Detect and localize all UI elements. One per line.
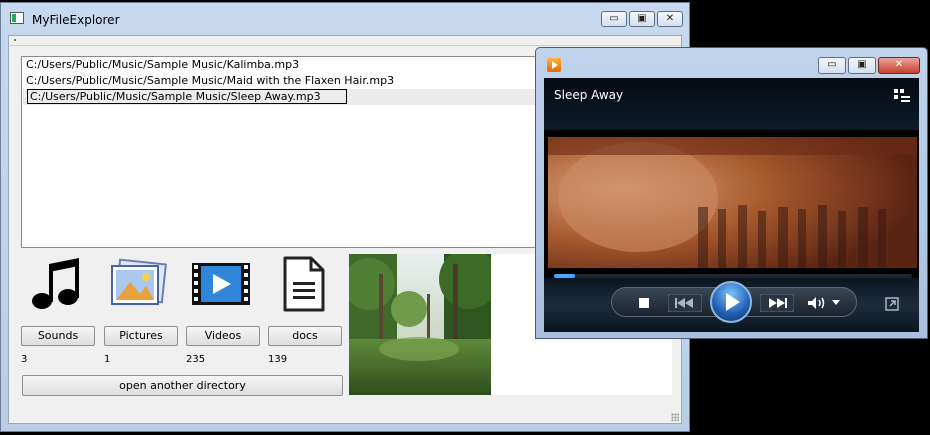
sounds-button[interactable]: Sounds <box>21 326 95 346</box>
volume-icon[interactable] <box>807 296 827 310</box>
maximize-icon: ▣ <box>637 13 647 24</box>
close-button[interactable]: ✕ <box>657 11 683 27</box>
resize-grip[interactable] <box>671 413 679 421</box>
previous-icon[interactable] <box>668 294 702 312</box>
now-playing-header: Sleep Away <box>544 78 919 130</box>
close-icon: ✕ <box>894 59 904 70</box>
app-window-icon <box>10 12 24 24</box>
media-player-titlebar[interactable]: ▭ ▣ ✕ <box>536 48 927 78</box>
minimize-icon: ▭ <box>609 13 619 24</box>
pictures-button[interactable]: Pictures <box>104 326 178 346</box>
maximize-button[interactable]: ▣ <box>629 11 655 27</box>
document-icon <box>265 252 341 316</box>
minimize-icon: ▭ <box>827 59 837 70</box>
fullscreen-icon[interactable] <box>885 297 899 311</box>
videos-button[interactable]: Videos <box>186 326 260 346</box>
forest-thumbnail <box>343 249 499 395</box>
play-button[interactable] <box>710 281 752 323</box>
play-icon <box>726 293 740 311</box>
sounds-count: 3 <box>21 354 28 365</box>
now-playing-title: Sleep Away <box>554 88 624 102</box>
open-directory-button[interactable]: open another directory <box>22 375 343 396</box>
video-visualization <box>548 137 917 268</box>
explorer-titlebar[interactable]: MyFileExplorer ▭ ▣ ✕ <box>1 3 689 35</box>
menu-strip[interactable] <box>9 36 681 46</box>
pictures-count: 1 <box>104 354 111 365</box>
stop-icon[interactable] <box>638 297 650 309</box>
window-title: MyFileExplorer <box>32 13 120 27</box>
mp-maximize-button[interactable]: ▣ <box>848 57 876 74</box>
list-item-label: C:/Users/Public/Music/Sample Music/Sleep… <box>27 89 347 104</box>
playback-controls <box>544 278 919 332</box>
music-note-icon <box>17 252 93 316</box>
videos-count: 235 <box>186 354 206 365</box>
mp-minimize-button[interactable]: ▭ <box>818 57 846 74</box>
minimize-button[interactable]: ▭ <box>601 11 627 27</box>
close-icon: ✕ <box>665 13 675 24</box>
media-player-app-icon <box>547 58 561 72</box>
media-player-body: Sleep Away <box>544 78 919 332</box>
pictures-icon <box>100 252 176 316</box>
volume-dropdown-icon[interactable] <box>832 300 840 306</box>
switch-to-library-icon[interactable] <box>893 88 911 104</box>
docs-button[interactable]: docs <box>268 326 342 346</box>
next-icon[interactable] <box>760 294 794 312</box>
mp-close-button[interactable]: ✕ <box>878 57 920 74</box>
videos-icon <box>183 252 259 316</box>
docs-count: 139 <box>268 354 288 365</box>
maximize-icon: ▣ <box>857 59 867 70</box>
media-player-window: ▭ ▣ ✕ Sleep Away <box>535 47 928 339</box>
